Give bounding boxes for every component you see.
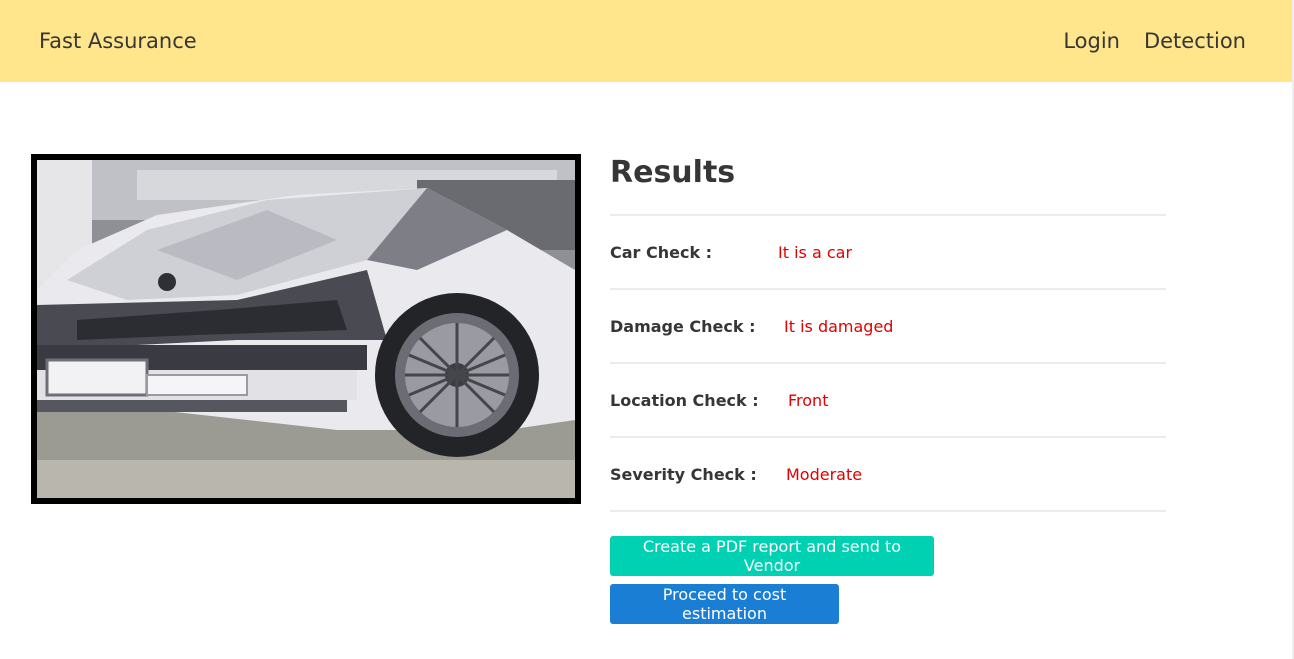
result-label: Location Check : xyxy=(610,390,759,410)
result-label: Car Check : xyxy=(610,242,713,262)
create-pdf-report-button[interactable]: Create a PDF report and send to Vendor xyxy=(610,536,934,576)
proceed-cost-estimation-button[interactable]: Proceed to cost estimation xyxy=(610,584,839,624)
results-panel: Results Car Check : It is a car Damage C… xyxy=(610,154,1166,512)
result-value: Front xyxy=(788,390,829,410)
result-row-damage-check: Damage Check : It is damaged xyxy=(610,290,1166,364)
result-row-severity-check: Severity Check : Moderate xyxy=(610,438,1166,512)
result-value: It is damaged xyxy=(784,316,894,336)
uploaded-car-image-frame xyxy=(31,154,581,504)
result-label: Severity Check : xyxy=(610,464,757,484)
results-list: Car Check : It is a car Damage Check : I… xyxy=(610,214,1166,512)
result-row-car-check: Car Check : It is a car xyxy=(610,216,1166,290)
result-label: Damage Check : xyxy=(610,316,756,336)
nav-link-detection[interactable]: Detection xyxy=(1144,29,1246,53)
results-title: Results xyxy=(610,155,736,190)
damaged-car-photo xyxy=(37,160,575,498)
result-row-location-check: Location Check : Front xyxy=(610,364,1166,438)
nav-links: Login Detection xyxy=(1063,29,1246,53)
brand-logo-text[interactable]: Fast Assurance xyxy=(39,29,197,53)
result-value: It is a car xyxy=(778,242,853,262)
result-value: Moderate xyxy=(786,464,863,484)
navbar: Fast Assurance Login Detection xyxy=(0,0,1292,82)
nav-link-login[interactable]: Login xyxy=(1063,29,1120,53)
